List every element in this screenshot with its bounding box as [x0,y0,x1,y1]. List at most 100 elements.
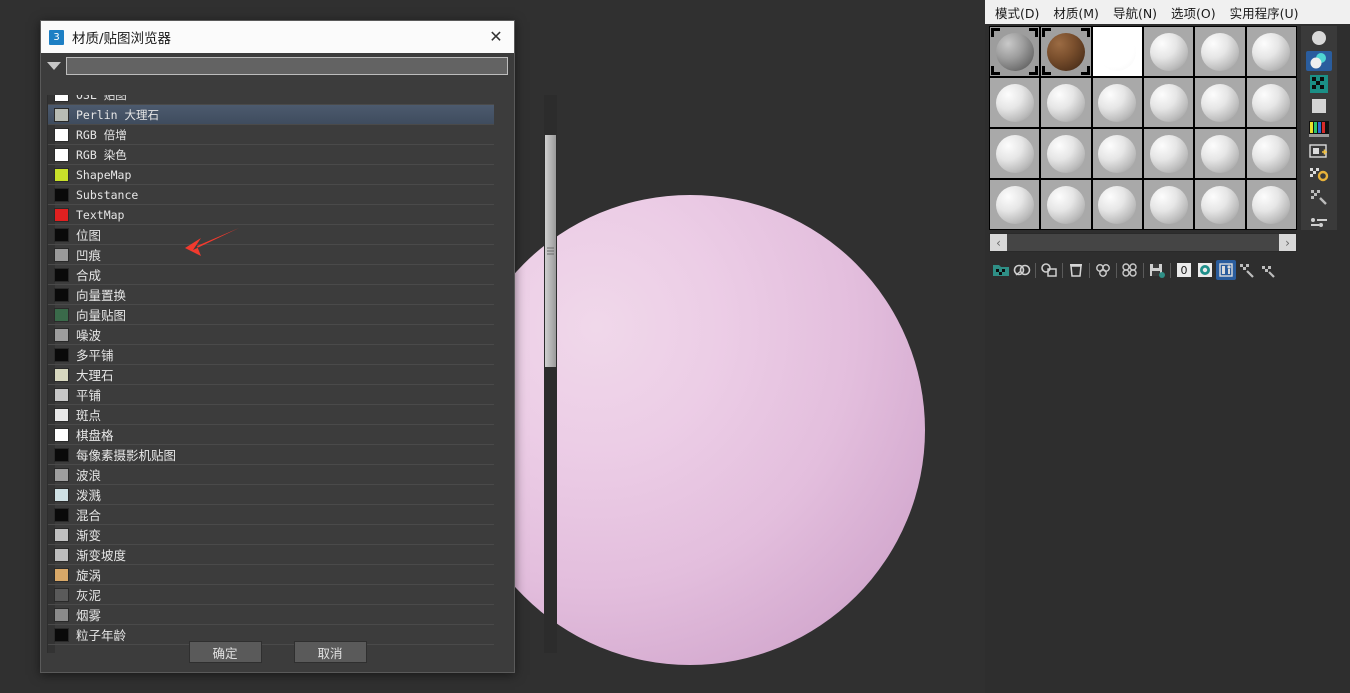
material-slot-9[interactable] [1092,78,1142,127]
material-slot-grid[interactable] [989,26,1297,230]
select-by-material-icon[interactable] [1306,187,1332,208]
menu-options[interactable]: 选项(O) [1164,1,1223,24]
material-slot-23[interactable] [1195,180,1245,229]
dialog-titlebar[interactable]: 3 材质/贴图浏览器 ✕ [41,21,514,53]
chevron-down-icon[interactable] [47,62,61,70]
list-item[interactable]: 波浪 [48,465,494,485]
scrollbar-thumb[interactable] [545,135,556,367]
list-item[interactable]: 斑点 [48,405,494,425]
go-forward-to-sibling-icon[interactable] [1258,260,1278,280]
search-input[interactable] [66,57,508,75]
material-slot-16[interactable] [1143,129,1194,178]
material-slot-1[interactable] [990,27,1040,76]
list-item[interactable]: OSL 贴图 [48,95,494,105]
put-material-to-scene-icon[interactable] [1012,260,1032,280]
slot-sphere-preview [1200,83,1239,122]
material-slot-18[interactable] [1246,129,1296,178]
list-item[interactable]: 旋涡 [48,565,494,585]
material-slot-24[interactable] [1246,180,1296,229]
sample-type-sphere-icon[interactable] [1306,28,1332,49]
list-item[interactable]: 泼溅 [48,485,494,505]
material-slot-11[interactable] [1195,78,1245,127]
list-item[interactable]: 平铺 [48,385,494,405]
list-item[interactable]: TextMap [48,205,494,225]
assign-material-to-selection-icon[interactable] [1039,260,1059,280]
ok-button[interactable]: 确定 [188,641,262,663]
list-item[interactable]: RGB 倍增 [48,125,494,145]
material-slot-14[interactable] [1041,129,1091,178]
reset-map-material-icon[interactable] [1066,260,1086,280]
put-to-library-save-icon[interactable] [1147,260,1167,280]
backlight-toggle-icon[interactable] [1306,50,1332,72]
list-item[interactable]: 棋盘格 [48,425,494,445]
list-item[interactable]: 向量置换 [48,285,494,305]
menu-mode[interactable]: 模式(D) [988,1,1046,24]
map-thumbnail-icon [54,408,69,422]
list-item[interactable]: 向量贴图 [48,305,494,325]
menu-material[interactable]: 材质(M) [1046,1,1106,24]
material-slot-12[interactable] [1246,78,1296,127]
list-item[interactable]: 噪波 [48,325,494,345]
material-slot-17[interactable] [1195,129,1245,178]
close-icon[interactable]: ✕ [484,25,508,49]
list-item-label: 位图 [76,228,102,243]
list-item-label: 平铺 [76,388,102,403]
material-slot-10[interactable] [1143,78,1194,127]
list-item[interactable]: 渐变坡度 [48,545,494,565]
list-item[interactable]: Substance [48,185,494,205]
list-item[interactable]: RGB 染色 [48,145,494,165]
material-id-channel-zero-icon[interactable]: 0 [1174,260,1194,280]
material-slot-6[interactable] [1246,27,1296,76]
material-slot-3[interactable] [1092,27,1142,76]
list-vertical-scrollbar[interactable] [544,95,557,653]
background-checker-icon[interactable] [1306,73,1332,94]
material-slot-20[interactable] [1041,180,1091,229]
sample-uv-tiling-icon[interactable] [1306,96,1332,117]
material-slot-4[interactable] [1143,27,1194,76]
material-slot-15[interactable] [1092,129,1142,178]
list-item[interactable]: 烟雾 [48,605,494,625]
map-type-list[interactable]: OSL 贴图 Perlin 大理石 RGB 倍增 RGB 染色 ShapeMap Subs… [47,95,510,653]
slot-sphere-preview [1252,134,1291,173]
dialog-title: 材质/贴图浏览器 [72,31,172,47]
material-slot-13[interactable] [990,129,1040,178]
list-item[interactable]: 位图 [48,225,494,245]
material-id-channel-icon[interactable] [1306,209,1332,230]
list-item[interactable]: 灰泥 [48,585,494,605]
map-thumbnail-icon [54,95,69,102]
map-thumbnail-icon [54,388,69,402]
menu-navigation[interactable]: 导航(N) [1106,1,1164,24]
material-slot-2[interactable] [1041,27,1091,76]
list-item-label: TextMap [76,207,125,222]
options-gear-icon[interactable] [1306,164,1332,185]
material-slot-19[interactable] [990,180,1040,229]
video-color-check-icon[interactable] [1306,119,1332,140]
material-slot-5[interactable] [1195,27,1245,76]
cancel-button[interactable]: 取消 [293,641,367,663]
material-slot-21[interactable] [1092,180,1142,229]
material-slot-7[interactable] [990,78,1040,127]
make-preview-icon[interactable] [1306,141,1332,162]
list-item[interactable]: 渐变 [48,525,494,545]
show-shaded-material-in-viewport-icon[interactable] [1195,260,1215,280]
make-unique-icon[interactable] [1120,260,1140,280]
scroll-left-icon[interactable]: ‹ [990,234,1007,251]
list-item[interactable]: 凹痕 [48,245,494,265]
show-end-result-icon[interactable] [1216,260,1236,280]
slot-grid-horizontal-scrollbar[interactable]: ‹ › [989,233,1297,252]
make-material-copy-icon[interactable] [1093,260,1113,280]
material-slot-8[interactable] [1041,78,1091,127]
list-item[interactable]: 大理石 [48,365,494,385]
list-item[interactable]: ShapeMap [48,165,494,185]
menu-utilities[interactable]: 实用程序(U) [1223,1,1306,24]
list-item[interactable]: Perlin 大理石 [48,105,494,125]
list-item[interactable]: 混合 [48,505,494,525]
list-item[interactable]: 每像素摄影机贴图 [48,445,494,465]
get-material-icon[interactable] [991,260,1011,280]
material-slot-22[interactable] [1143,180,1194,229]
list-item[interactable]: 合成 [48,265,494,285]
slot-sphere-preview [995,134,1034,173]
list-item[interactable]: 多平铺 [48,345,494,365]
scroll-right-icon[interactable]: › [1279,234,1296,251]
go-to-parent-icon[interactable] [1237,260,1257,280]
